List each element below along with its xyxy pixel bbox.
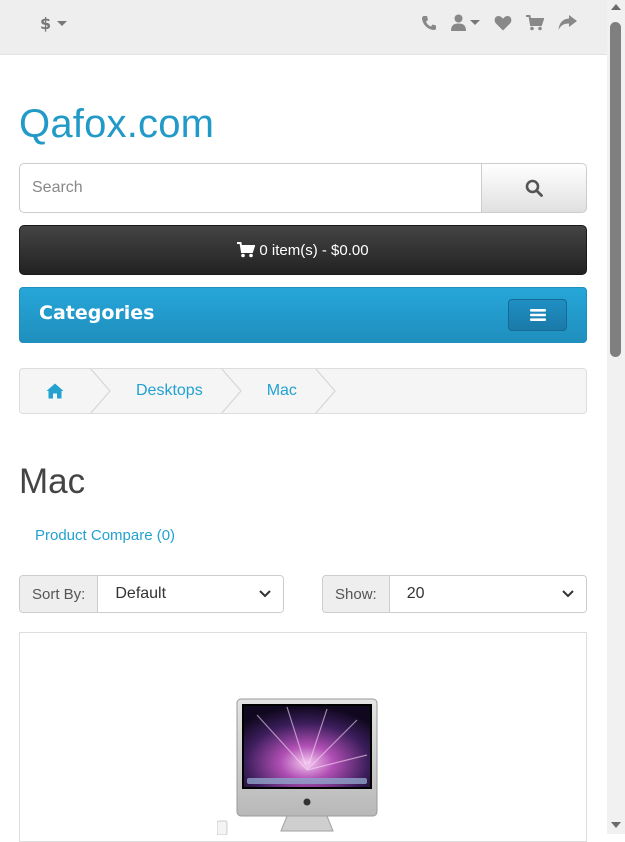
search-input[interactable] [19,163,482,213]
limit-label: Show: [323,576,390,612]
shopping-cart-link[interactable] [526,14,544,31]
user-icon [451,14,466,31]
search-bar [19,163,587,213]
scroll-up-icon[interactable] [611,4,621,10]
chevron-down-icon [57,21,68,26]
sort-label: Sort By: [20,576,99,612]
sort-select[interactable]: Default [98,576,283,612]
cart-icon [526,14,544,30]
breadcrumb-item-desktops[interactable]: Desktops [112,369,221,413]
breadcrumb-separator [220,369,243,413]
phone-icon[interactable] [421,15,437,31]
product-card [19,632,587,842]
menu-toggle-button[interactable] [508,299,567,331]
heart-icon [494,15,512,30]
account-dropdown[interactable] [451,14,480,31]
checkout-link[interactable] [558,14,577,31]
currency-dropdown[interactable]: $ [40,14,68,33]
search-button[interactable] [482,163,587,213]
breadcrumb: Desktops Mac [19,368,587,414]
breadcrumb-separator [90,369,112,413]
product-compare-link[interactable]: Product Compare (0) [35,527,175,544]
top-bar: $ [0,0,607,55]
home-icon [46,383,64,399]
limit-value: 20 [406,585,425,602]
limit-select[interactable]: 20 [389,576,586,612]
hamburger-icon [529,309,546,321]
chevron-down-icon [259,590,271,598]
category-menu: Categories [19,287,587,343]
cart-button[interactable]: 0 item(s) - $0.00 [19,225,587,275]
limit-control: Show: 20 [322,575,587,613]
sort-control: Sort By: Default [19,575,284,613]
breadcrumb-separator [315,369,337,413]
breadcrumb-item-mac[interactable]: Mac [243,369,315,413]
chevron-down-icon [470,20,480,25]
share-icon [558,14,577,30]
cart-icon [237,242,256,258]
scroll-down-icon[interactable] [611,822,621,828]
chevron-down-icon [562,590,574,598]
top-links [421,14,577,31]
cart-total: 0 item(s) - $0.00 [259,241,369,259]
sort-value: Default [115,585,167,602]
site-logo[interactable]: Qafox.com [19,102,214,147]
page-title: Mac [19,462,86,501]
page-scrollbar[interactable] [607,0,625,834]
currency-symbol: $ [40,14,52,33]
scroll-thumb[interactable] [610,22,621,357]
breadcrumb-home[interactable] [20,369,90,413]
product-image[interactable] [217,695,387,835]
wishlist-link[interactable] [494,15,512,31]
menu-title: Categories [39,302,155,324]
search-icon [525,179,543,197]
